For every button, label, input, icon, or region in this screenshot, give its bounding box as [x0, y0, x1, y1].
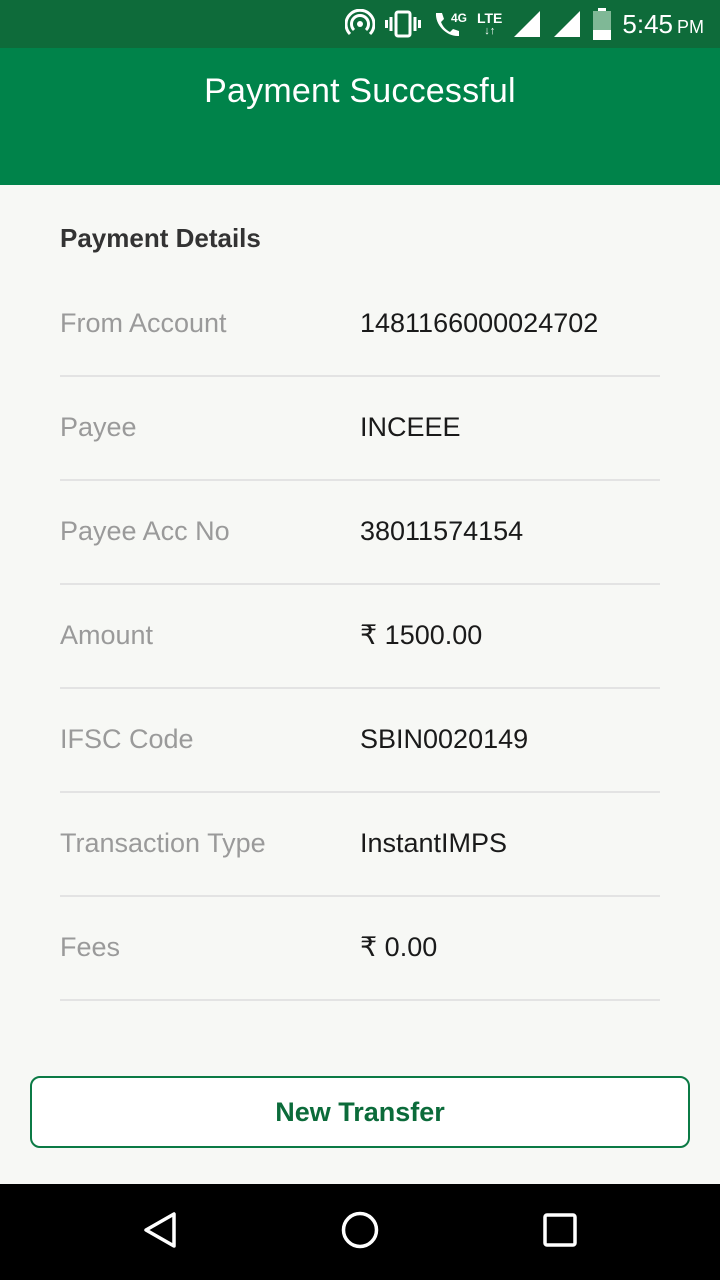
- lte-label: LTE: [476, 10, 503, 26]
- back-icon: [140, 1210, 180, 1255]
- status-clock: 5:45 PM: [622, 9, 704, 40]
- clock-ampm: PM: [677, 16, 704, 37]
- clock-time: 5:45: [622, 8, 673, 39]
- detail-row-from-account: From Account 1481166000024702: [60, 273, 660, 377]
- detail-value: InstantIMPS: [360, 828, 508, 858]
- detail-value: ₹ 1500.00: [360, 620, 483, 650]
- status-icons: 4G LTE ↓↑ 5:45 PM: [344, 0, 704, 48]
- detail-row-transaction-type: Transaction Type InstantIMPS: [60, 793, 660, 897]
- detail-value: INCEEE: [360, 412, 461, 442]
- details-list: From Account 1481166000024702 Payee INCE…: [60, 273, 660, 1001]
- back-button[interactable]: [136, 1208, 184, 1256]
- detail-label: Fees: [60, 932, 121, 962]
- new-transfer-button[interactable]: New Transfer: [30, 1076, 690, 1148]
- detail-value: ₹ 0.00: [360, 932, 438, 962]
- data-arrows-icon: ↓↑: [484, 25, 496, 37]
- detail-label: From Account: [60, 308, 227, 338]
- wifi-calling-icon: 4G: [431, 9, 467, 39]
- detail-value: 38011574154: [360, 516, 524, 546]
- detail-row-payee-acc-no: Payee Acc No 38011574154: [60, 481, 660, 585]
- network-4g-label: 4G: [450, 11, 467, 25]
- detail-label: IFSC Code: [60, 724, 194, 754]
- navigation-bar: [0, 1184, 720, 1280]
- detail-row-fees: Fees ₹ 0.00: [60, 897, 660, 1001]
- detail-value: SBIN0020149: [360, 724, 529, 754]
- recents-icon: [540, 1210, 580, 1255]
- battery-icon: [592, 8, 612, 40]
- detail-value: 1481166000024702: [360, 308, 599, 338]
- app-bar: Payment Successful: [0, 48, 720, 185]
- section-title: Payment Details: [60, 223, 261, 253]
- home-icon: [340, 1210, 380, 1255]
- detail-label: Payee Acc No: [60, 516, 230, 546]
- signal-icon: [552, 9, 582, 39]
- payment-details-card: Payment Details From Account 14811660000…: [0, 185, 720, 1184]
- signal-icon: [512, 9, 542, 39]
- page-title: Payment Successful: [204, 72, 516, 110]
- detail-row-payee: Payee INCEEE: [60, 377, 660, 481]
- detail-row-ifsc-code: IFSC Code SBIN0020149: [60, 689, 660, 793]
- detail-row-amount: Amount ₹ 1500.00: [60, 585, 660, 689]
- detail-label: Amount: [60, 620, 154, 650]
- recents-button[interactable]: [536, 1208, 584, 1256]
- lte-indicator: LTE ↓↑: [477, 11, 502, 37]
- detail-label: Payee: [60, 412, 137, 442]
- home-button[interactable]: [336, 1208, 384, 1256]
- vibrate-icon: [384, 9, 421, 39]
- detail-label: Transaction Type: [60, 828, 266, 858]
- hotspot-icon: [344, 9, 375, 39]
- status-bar: 4G LTE ↓↑ 5:45 PM: [0, 0, 720, 48]
